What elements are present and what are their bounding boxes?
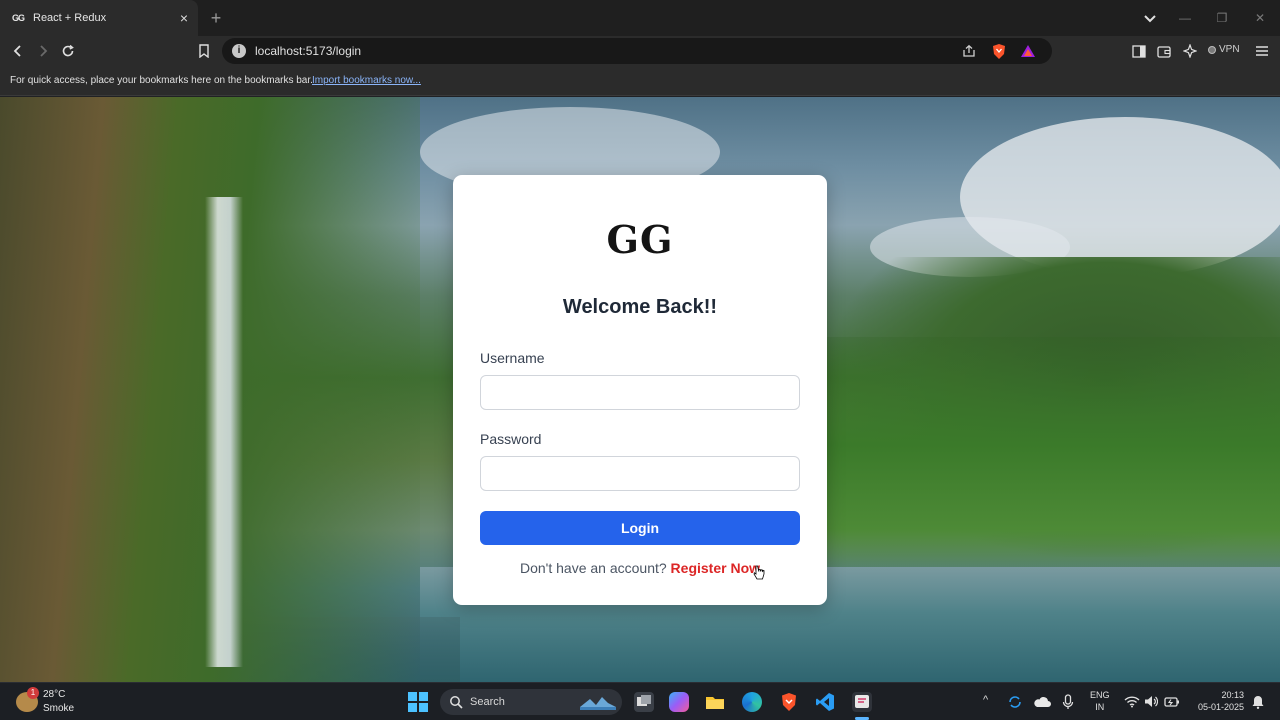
snipping-tool-icon[interactable] — [852, 692, 872, 712]
vpn-status-icon — [1208, 45, 1216, 54]
clock-date: 05-01-2025 — [1197, 702, 1244, 712]
taskbar-search[interactable]: Search — [440, 689, 622, 715]
weather-badge: 1 — [27, 687, 39, 699]
brave-icon[interactable] — [779, 692, 799, 712]
new-tab-button[interactable]: + — [206, 8, 226, 28]
share-icon[interactable] — [962, 44, 976, 58]
wifi-icon[interactable] — [1124, 695, 1140, 708]
clock-time: 20:13 — [1221, 690, 1244, 700]
app-logo: GG — [606, 217, 674, 262]
register-prompt-line: Don't have an account? Register Now — [453, 560, 827, 576]
address-bar[interactable]: i localhost:5173/login — [222, 38, 1052, 64]
browser-toolbar: i localhost:5173/login VPN — [0, 36, 1280, 66]
tab-title: React + Redux — [33, 12, 107, 24]
language-indicator[interactable]: ENG IN — [1090, 689, 1110, 713]
background-waterfall — [205, 197, 243, 667]
system-clock[interactable]: 20:13 05-01-2025 — [1190, 689, 1244, 713]
site-info-icon[interactable]: i — [232, 44, 246, 58]
minimize-button[interactable]: — — [1175, 8, 1195, 28]
reload-icon[interactable] — [59, 42, 77, 60]
maximize-button[interactable]: ❐ — [1212, 8, 1232, 28]
back-icon[interactable] — [9, 42, 27, 60]
tab-strip: GG React + Redux × + — ❐ ✕ — [0, 0, 1280, 36]
weather-temperature: 28°C — [43, 689, 66, 700]
register-prompt-text: Don't have an account? — [519, 560, 667, 576]
battery-icon[interactable] — [1164, 695, 1180, 708]
vscode-icon[interactable] — [815, 692, 835, 712]
username-label: Username — [480, 350, 545, 366]
forward-icon[interactable] — [34, 42, 52, 60]
brave-shield-icon[interactable] — [991, 43, 1007, 60]
mouse-cursor-icon — [753, 565, 765, 580]
leo-ai-icon[interactable] — [1181, 42, 1199, 60]
language-code: ENG — [1090, 690, 1110, 700]
import-bookmarks-link[interactable]: Import bookmarks now... — [312, 75, 421, 86]
notification-bell-icon[interactable] — [1252, 695, 1264, 709]
vpn-button[interactable]: VPN — [1208, 44, 1240, 55]
tray-overflow-chevron-icon[interactable]: ^ — [983, 694, 988, 706]
weather-condition: Smoke — [43, 703, 75, 714]
wallet-icon[interactable] — [1155, 42, 1173, 60]
menu-icon[interactable] — [1253, 42, 1271, 60]
background-forest — [820, 337, 1280, 577]
search-icon — [450, 696, 463, 709]
taskbar-search-placeholder: Search — [470, 696, 505, 708]
browser-tab-active[interactable]: GG React + Redux × — [0, 0, 198, 36]
close-window-button[interactable]: ✕ — [1250, 8, 1270, 28]
page-title: Welcome Back!! — [562, 296, 718, 318]
address-url[interactable]: localhost:5173/login — [255, 44, 361, 58]
volume-icon[interactable] — [1144, 695, 1158, 708]
onedrive-icon[interactable] — [1033, 695, 1051, 709]
taskbar: 1 28°C Smoke Search ^ ENG IN 20:13 05-01… — [0, 682, 1280, 720]
sync-icon[interactable] — [1007, 694, 1023, 710]
login-button[interactable]: Login — [480, 511, 800, 545]
vpn-label: VPN — [1219, 44, 1240, 55]
task-view-icon[interactable] — [634, 692, 654, 712]
password-label: Password — [480, 431, 542, 447]
register-link[interactable]: Register Now — [671, 560, 760, 576]
search-highlight-icon — [580, 697, 616, 710]
bookmark-icon[interactable] — [195, 42, 213, 60]
tab-favicon: GG — [12, 13, 25, 23]
bookmarks-message: For quick access, place your bookmarks h… — [10, 75, 313, 86]
password-input[interactable] — [480, 456, 800, 491]
bookmarks-bar: For quick access, place your bookmarks h… — [0, 66, 1280, 96]
windows-start-icon[interactable] — [408, 692, 428, 712]
sidebar-icon[interactable] — [1130, 42, 1148, 60]
tab-search-chevron-icon[interactable] — [1142, 10, 1158, 26]
tab-close-icon[interactable]: × — [176, 10, 192, 26]
copilot-icon[interactable] — [669, 692, 689, 712]
file-explorer-icon[interactable] — [705, 692, 725, 712]
language-region: IN — [1095, 702, 1105, 712]
microphone-icon[interactable] — [1062, 694, 1074, 710]
brave-rewards-icon[interactable] — [1020, 44, 1036, 58]
edge-icon[interactable] — [742, 692, 762, 712]
username-input[interactable] — [480, 375, 800, 410]
login-card: GG Welcome Back!! Username Password Logi… — [453, 175, 827, 605]
